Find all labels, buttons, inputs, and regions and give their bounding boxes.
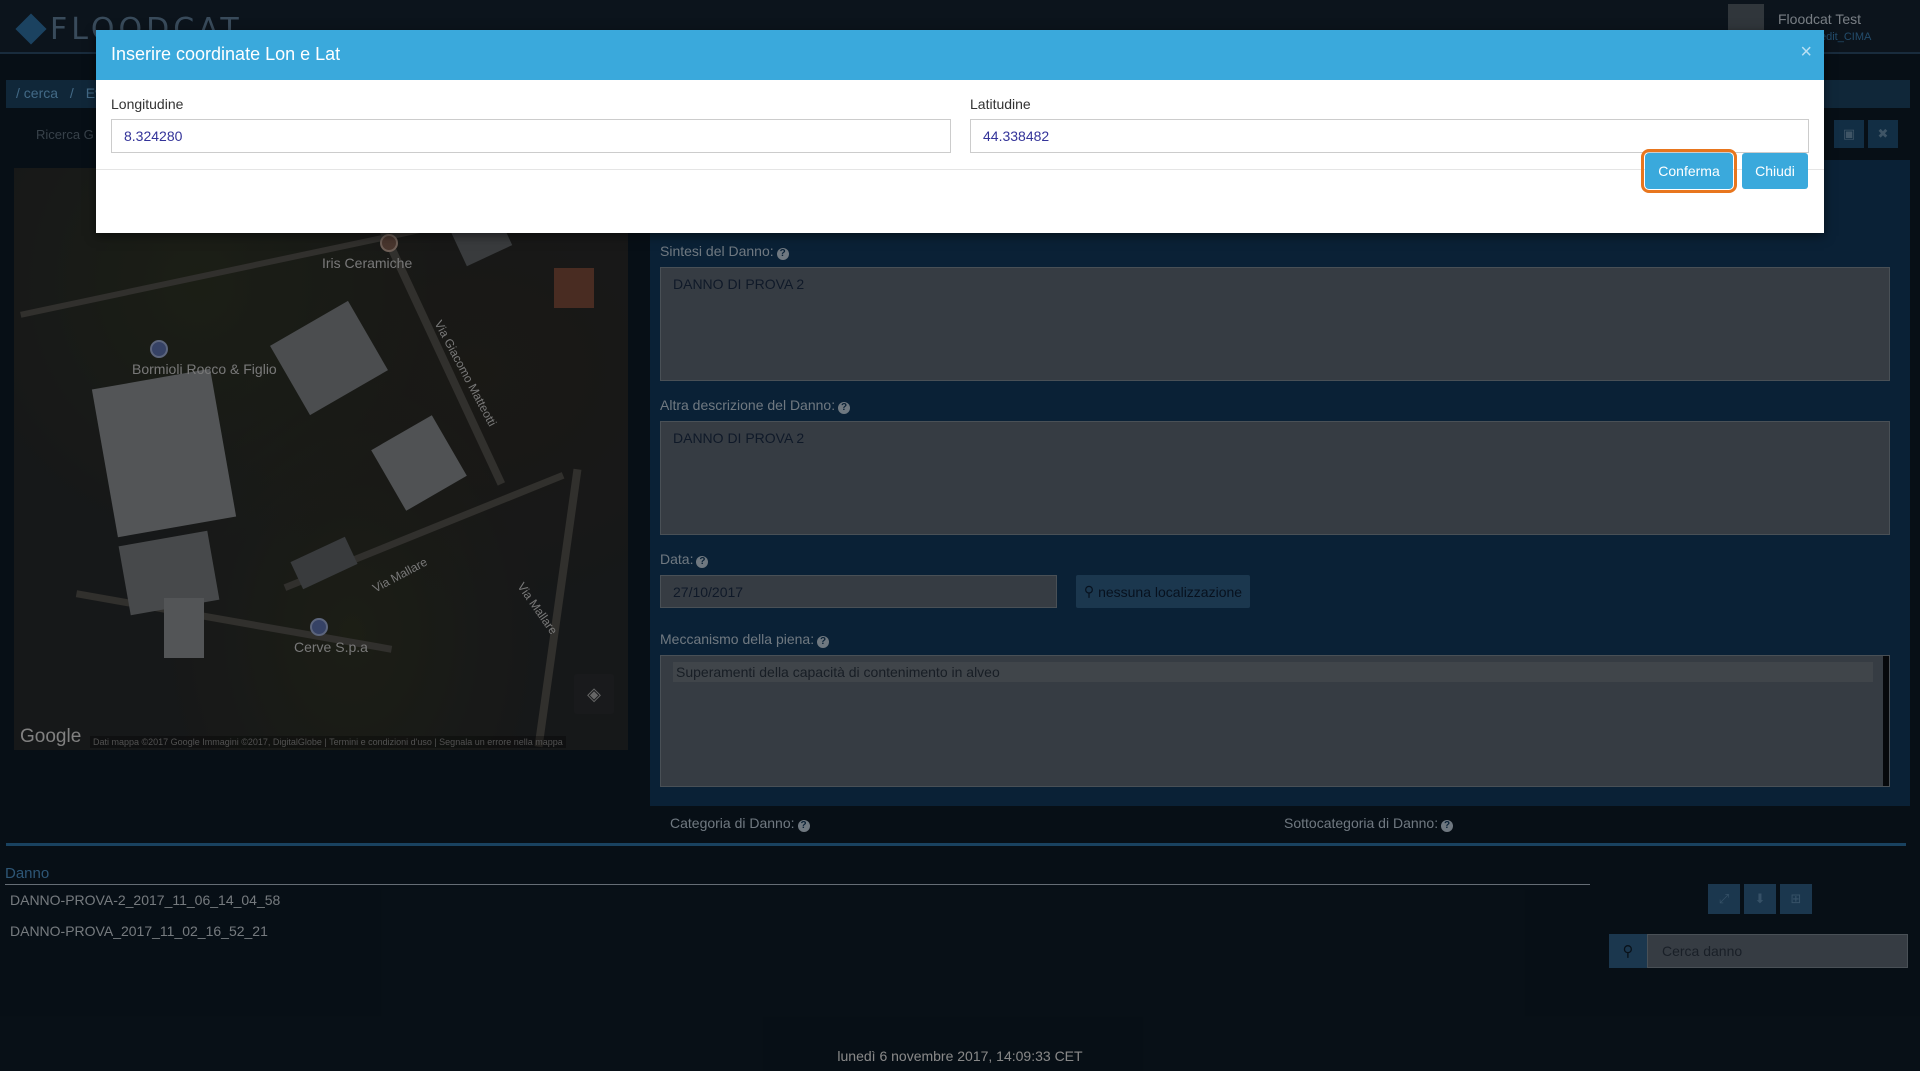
coordinates-modal: Inserire coordinate Lon e Lat × Longitud… <box>96 30 1824 233</box>
modal-body: Longitudine Latitudine <box>96 80 1824 170</box>
confirm-button[interactable]: Conferma <box>1641 149 1737 193</box>
latitude-label: Latitudine <box>970 96 1031 112</box>
modal-header: Inserire coordinate Lon e Lat × <box>96 30 1824 80</box>
close-button[interactable]: Chiudi <box>1742 153 1808 189</box>
latitude-input[interactable] <box>970 119 1809 153</box>
longitude-label: Longitudine <box>111 96 184 112</box>
close-icon[interactable]: × <box>1800 42 1812 62</box>
longitude-input[interactable] <box>111 119 951 153</box>
modal-title: Inserire coordinate Lon e Lat <box>111 44 341 64</box>
